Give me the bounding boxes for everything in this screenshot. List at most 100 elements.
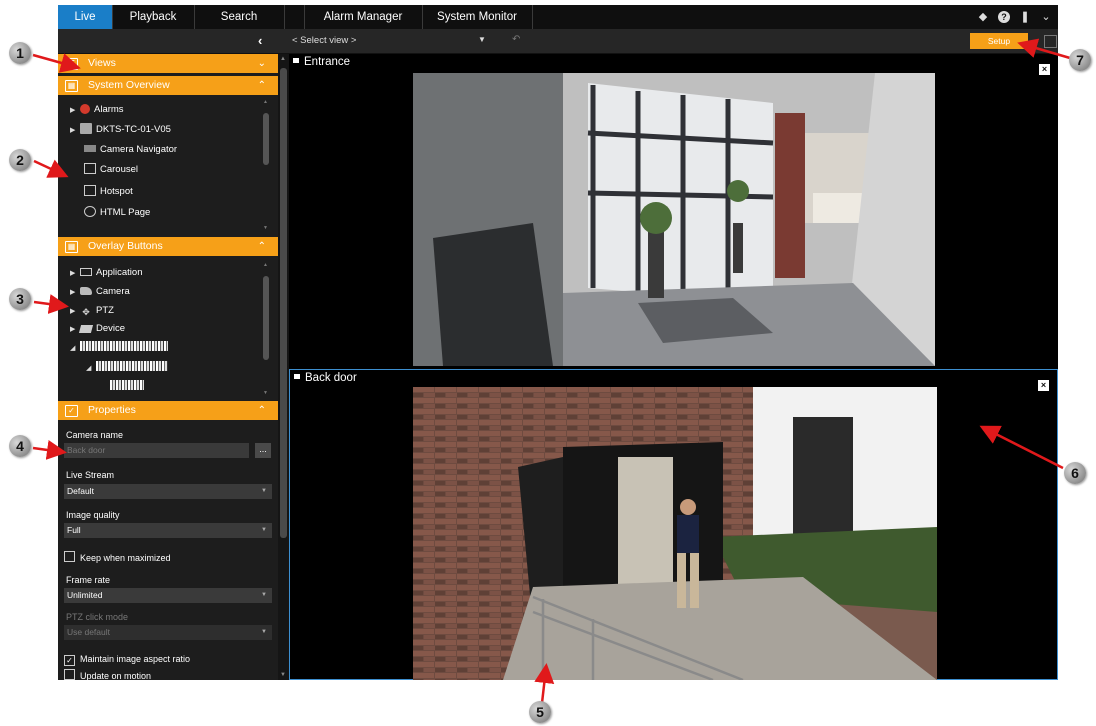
camera-navigator-icon xyxy=(84,145,96,152)
camera-pane-entrance[interactable]: Entrance × xyxy=(289,54,1058,366)
checkbox-unchecked-icon[interactable] xyxy=(64,551,75,562)
camera-title: Entrance xyxy=(293,56,350,68)
chevron-down-icon[interactable]: ⌄ xyxy=(258,54,266,73)
overlay-buttons-section-header[interactable]: ▦ Overlay Buttons ⌃ xyxy=(58,237,278,256)
tree-item-obscured-group[interactable]: ◢ xyxy=(70,339,168,357)
tab-live[interactable]: Live xyxy=(58,5,113,29)
fullscreen-button[interactable] xyxy=(1044,35,1057,48)
scroll-up-icon[interactable]: ▲ xyxy=(263,262,268,268)
hotspot-icon xyxy=(84,185,96,196)
chevron-up-icon[interactable]: ⌃ xyxy=(258,76,266,95)
tree-item-obscured-leaf[interactable] xyxy=(110,378,144,396)
server-icon xyxy=(80,123,92,134)
callout-7: 7 xyxy=(1069,49,1091,71)
callout-4: 4 xyxy=(9,435,31,457)
views-section-header[interactable]: ☰ Views ⌄ xyxy=(58,54,278,73)
checkbox-label: Maintain image aspect ratio xyxy=(80,654,191,664)
tab-system-monitor[interactable]: System Monitor xyxy=(422,5,533,29)
tree-item-device[interactable]: ▶ Device xyxy=(70,320,125,338)
tree-item-ptz[interactable]: ▶ ✥ PTZ xyxy=(70,302,114,320)
keep-maximized-checkbox[interactable]: Keep when maximized xyxy=(64,551,171,563)
setup-button[interactable]: Setup xyxy=(970,33,1028,49)
overlay-buttons-icon: ▦ xyxy=(65,241,78,253)
tree-item-server[interactable]: ▶ DKTS-TC-01-V05 xyxy=(70,121,171,139)
checkbox-label: Update on motion xyxy=(80,671,152,680)
scroll-thumb[interactable] xyxy=(280,68,287,538)
views-icon: ☰ xyxy=(65,58,78,70)
camera-title-icon xyxy=(293,58,299,63)
expand-arrow-icon[interactable]: ▶ xyxy=(70,102,80,120)
scroll-thumb[interactable] xyxy=(263,276,269,360)
scroll-up-icon[interactable]: ▲ xyxy=(263,99,268,105)
xprotect-smart-client-window: Live Playback Search Alarm Manager Syste… xyxy=(58,5,1058,680)
frame-rate-select[interactable]: Unlimited xyxy=(64,588,272,603)
tree-item-label: DKTS-TC-01-V05 xyxy=(96,124,171,135)
camera-browse-button[interactable]: ... xyxy=(255,443,271,458)
top-right-icons: ◆ ? ❚ ⌄ xyxy=(977,9,1052,25)
maintain-aspect-checkbox[interactable]: ✓ Maintain image aspect ratio xyxy=(64,653,191,666)
tab-playback[interactable]: Playback xyxy=(112,5,195,29)
callout-6: 6 xyxy=(1064,462,1086,484)
tree-item-alarms[interactable]: ▶ Alarms xyxy=(70,101,124,119)
tree-item-camera[interactable]: ▶ Camera xyxy=(70,283,130,301)
system-overview-scrollbar[interactable]: ▲ ▼ xyxy=(262,99,270,231)
update-on-motion-checkbox[interactable]: Update on motion xyxy=(64,669,151,680)
tab-unlabeled[interactable] xyxy=(284,5,305,29)
select-view-arrow-icon[interactable]: ▼ xyxy=(478,35,486,44)
camera-pane-back-door[interactable]: Back door × xyxy=(289,369,1058,680)
status-icon[interactable]: ◆ xyxy=(977,9,989,25)
collapse-pane-button[interactable]: ‹ xyxy=(258,33,262,49)
scroll-down-icon[interactable]: ▼ xyxy=(280,672,286,678)
select-view-dropdown[interactable]: < Select view > xyxy=(292,35,356,46)
sidebar-scrollbar[interactable]: ▲ ▼ xyxy=(278,54,289,680)
scroll-up-icon[interactable]: ▲ xyxy=(280,56,286,62)
live-stream-select[interactable]: Default xyxy=(64,484,272,499)
tree-item-label: Application xyxy=(96,267,143,278)
tree-item-obscured-subgroup[interactable]: ◢ xyxy=(86,359,168,377)
tab-search[interactable]: Search xyxy=(194,5,285,29)
chevron-down-icon[interactable]: ⌄ xyxy=(1040,9,1052,25)
properties-section-header[interactable]: ✓ Properties ⌃ xyxy=(58,401,278,420)
expand-arrow-icon[interactable]: ▶ xyxy=(70,303,80,321)
expand-arrow-icon[interactable]: ▶ xyxy=(70,265,80,283)
scroll-thumb[interactable] xyxy=(263,113,269,165)
help-icon[interactable]: ? xyxy=(998,11,1010,23)
expand-arrow-icon[interactable]: ▶ xyxy=(70,284,80,302)
tree-item-camera-navigator[interactable]: Camera Navigator xyxy=(84,141,177,159)
pin-icon[interactable]: ❚ xyxy=(1019,9,1031,25)
tree-item-label: Camera xyxy=(96,286,130,297)
tree-item-application[interactable]: ▶ Application xyxy=(70,264,142,282)
chevron-up-icon[interactable]: ⌃ xyxy=(258,401,266,420)
tree-item-label: Camera Navigator xyxy=(100,144,178,155)
tree-item-hotspot[interactable]: Hotspot xyxy=(84,183,133,201)
camera-title-icon xyxy=(294,374,300,379)
scroll-down-icon[interactable]: ▼ xyxy=(263,225,268,231)
callout-5: 5 xyxy=(529,701,551,723)
globe-icon xyxy=(84,206,96,217)
undo-view-icon[interactable]: ↶ xyxy=(512,34,520,45)
obscured-label xyxy=(80,341,168,351)
tree-item-label: HTML Page xyxy=(100,207,151,218)
tree-item-html-page[interactable]: HTML Page xyxy=(84,204,150,222)
image-quality-select[interactable]: Full xyxy=(64,523,272,538)
entrance-video-feed xyxy=(413,73,935,366)
device-icon xyxy=(78,325,94,333)
expand-arrow-icon[interactable]: ▶ xyxy=(70,122,80,140)
checkbox-checked-icon[interactable]: ✓ xyxy=(64,655,75,666)
ptz-click-mode-label: PTZ click mode xyxy=(66,612,129,622)
tab-alarm-manager[interactable]: Alarm Manager xyxy=(304,5,423,29)
overlay-buttons-scrollbar[interactable]: ▲ ▼ xyxy=(262,262,270,396)
collapse-arrow-icon[interactable]: ◢ xyxy=(86,360,96,378)
sidebar: ☰ Views ⌄ ▦ System Overview ⌃ ▶ Alarms ▶ D… xyxy=(58,54,278,680)
close-icon[interactable]: × xyxy=(1038,380,1049,391)
system-overview-section-header[interactable]: ▦ System Overview ⌃ xyxy=(58,76,278,95)
close-icon[interactable]: × xyxy=(1039,64,1050,75)
tree-item-label: Carousel xyxy=(100,164,139,175)
scroll-down-icon[interactable]: ▼ xyxy=(263,390,268,396)
tree-item-carousel[interactable]: Carousel xyxy=(84,161,138,179)
checkbox-unchecked-icon[interactable] xyxy=(64,669,75,680)
camera-name-label: Camera name xyxy=(66,430,124,440)
collapse-arrow-icon[interactable]: ◢ xyxy=(70,340,80,358)
camera-name-field[interactable]: Back door xyxy=(64,443,249,458)
chevron-up-icon[interactable]: ⌃ xyxy=(258,237,266,256)
